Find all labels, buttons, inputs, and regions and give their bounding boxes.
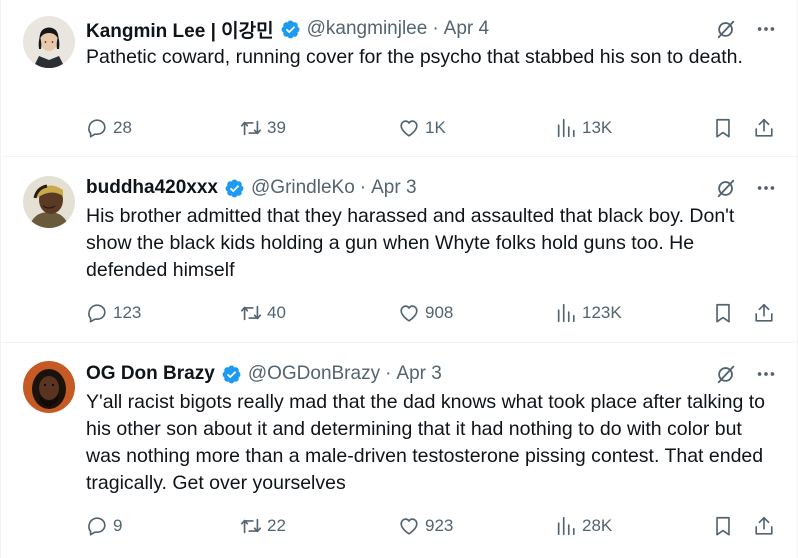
avatar[interactable] [23,16,75,68]
reply-button[interactable]: 9 [86,513,122,539]
tweet-actions: 9 22 923 28K [86,513,775,539]
grok-icon[interactable] [715,18,737,40]
grok-icon[interactable] [715,177,737,199]
tweet[interactable]: Kangmin Lee | 이강민 @kangminjlee · Apr 4 P… [1,0,797,157]
tweet-feed: Kangmin Lee | 이강민 @kangminjlee · Apr 4 P… [0,0,798,558]
author-handle[interactable]: @OGDonBrazy [248,363,380,385]
reply-button[interactable]: 28 [86,115,132,141]
reply-count: 28 [113,118,132,137]
tweet-header: buddha420xxx @GrindleKo · Apr 3 [86,175,777,201]
bookmark-button[interactable] [712,300,734,326]
like-count: 1K [425,118,446,137]
views-icon [555,515,577,537]
share-button[interactable] [753,513,775,539]
tweet-header: Kangmin Lee | 이강민 @kangminjlee · Apr 4 [86,16,777,42]
tweet-text: Y'all racist bigots really mad that the … [86,391,765,494]
bookmark-button[interactable] [712,513,734,539]
repost-button[interactable]: 22 [240,513,286,539]
repost-icon [240,117,262,139]
views-button[interactable]: 13K [555,115,612,141]
verified-badge-icon [221,364,242,385]
views-button[interactable]: 123K [555,300,622,326]
reply-icon [86,117,108,139]
repost-button[interactable]: 40 [240,300,286,326]
reply-count: 123 [113,303,142,322]
tweet[interactable]: OG Don Brazy @OGDonBrazy · Apr 3 Y'all r… [1,343,797,558]
author-name[interactable]: buddha420xxx [86,177,218,199]
like-button[interactable]: 1K [398,115,446,141]
bookmark-icon [712,515,734,537]
reply-icon [86,302,108,324]
separator: · [432,18,439,39]
author-handle[interactable]: @GrindleKo [251,177,355,199]
like-button[interactable]: 908 [398,300,453,326]
share-icon [753,515,775,537]
like-button[interactable]: 923 [398,513,453,539]
views-count: 13K [582,118,613,137]
grok-icon[interactable] [715,363,737,385]
author-handle[interactable]: @kangminjlee [307,18,428,40]
views-icon [555,117,577,139]
avatar[interactable] [23,176,75,228]
share-button[interactable] [753,115,775,141]
author-name[interactable]: OG Don Brazy [86,363,215,385]
verified-badge-icon [224,178,245,199]
share-button[interactable] [753,300,775,326]
reply-button[interactable]: 123 [86,300,141,326]
repost-count: 22 [267,516,286,535]
views-count: 28K [582,516,613,535]
like-icon [398,302,420,324]
bookmark-button[interactable] [712,115,734,141]
tweet-text: His brother admitted that they harassed … [86,205,735,281]
separator: · [385,363,392,384]
share-icon [753,302,775,324]
tweet-text: Pathetic coward, running cover for the p… [86,46,743,68]
repost-icon [240,515,262,537]
verified-badge-icon [280,19,301,40]
bookmark-icon [712,302,734,324]
tweet-actions: 123 40 908 123K [86,300,775,326]
repost-icon [240,302,262,324]
like-count: 923 [425,516,454,535]
bookmark-icon [712,117,734,139]
tweet[interactable]: buddha420xxx @GrindleKo · Apr 3 His brot… [1,157,797,343]
views-count: 123K [582,303,622,322]
separator: · [359,177,367,198]
more-options-icon[interactable] [755,177,777,199]
like-count: 908 [425,303,454,322]
views-icon [555,302,577,324]
share-icon [753,117,775,139]
tweet-date[interactable]: Apr 3 [396,363,441,385]
tweet-header: OG Don Brazy @OGDonBrazy · Apr 3 [86,361,777,387]
tweet-date[interactable]: Apr 4 [444,18,489,40]
reply-icon [86,515,108,537]
like-icon [398,515,420,537]
more-options-icon[interactable] [755,363,777,385]
reply-count: 9 [113,516,123,535]
repost-count: 39 [267,118,286,137]
views-button[interactable]: 28K [555,513,612,539]
tweet-date[interactable]: Apr 3 [371,177,416,199]
like-icon [398,117,420,139]
avatar[interactable] [23,361,75,413]
tweet-actions: 28 39 1K 13K [86,115,775,141]
repost-button[interactable]: 39 [240,115,286,141]
repost-count: 40 [267,303,286,322]
author-name[interactable]: Kangmin Lee | 이강민 [86,16,274,43]
more-options-icon[interactable] [755,18,777,40]
